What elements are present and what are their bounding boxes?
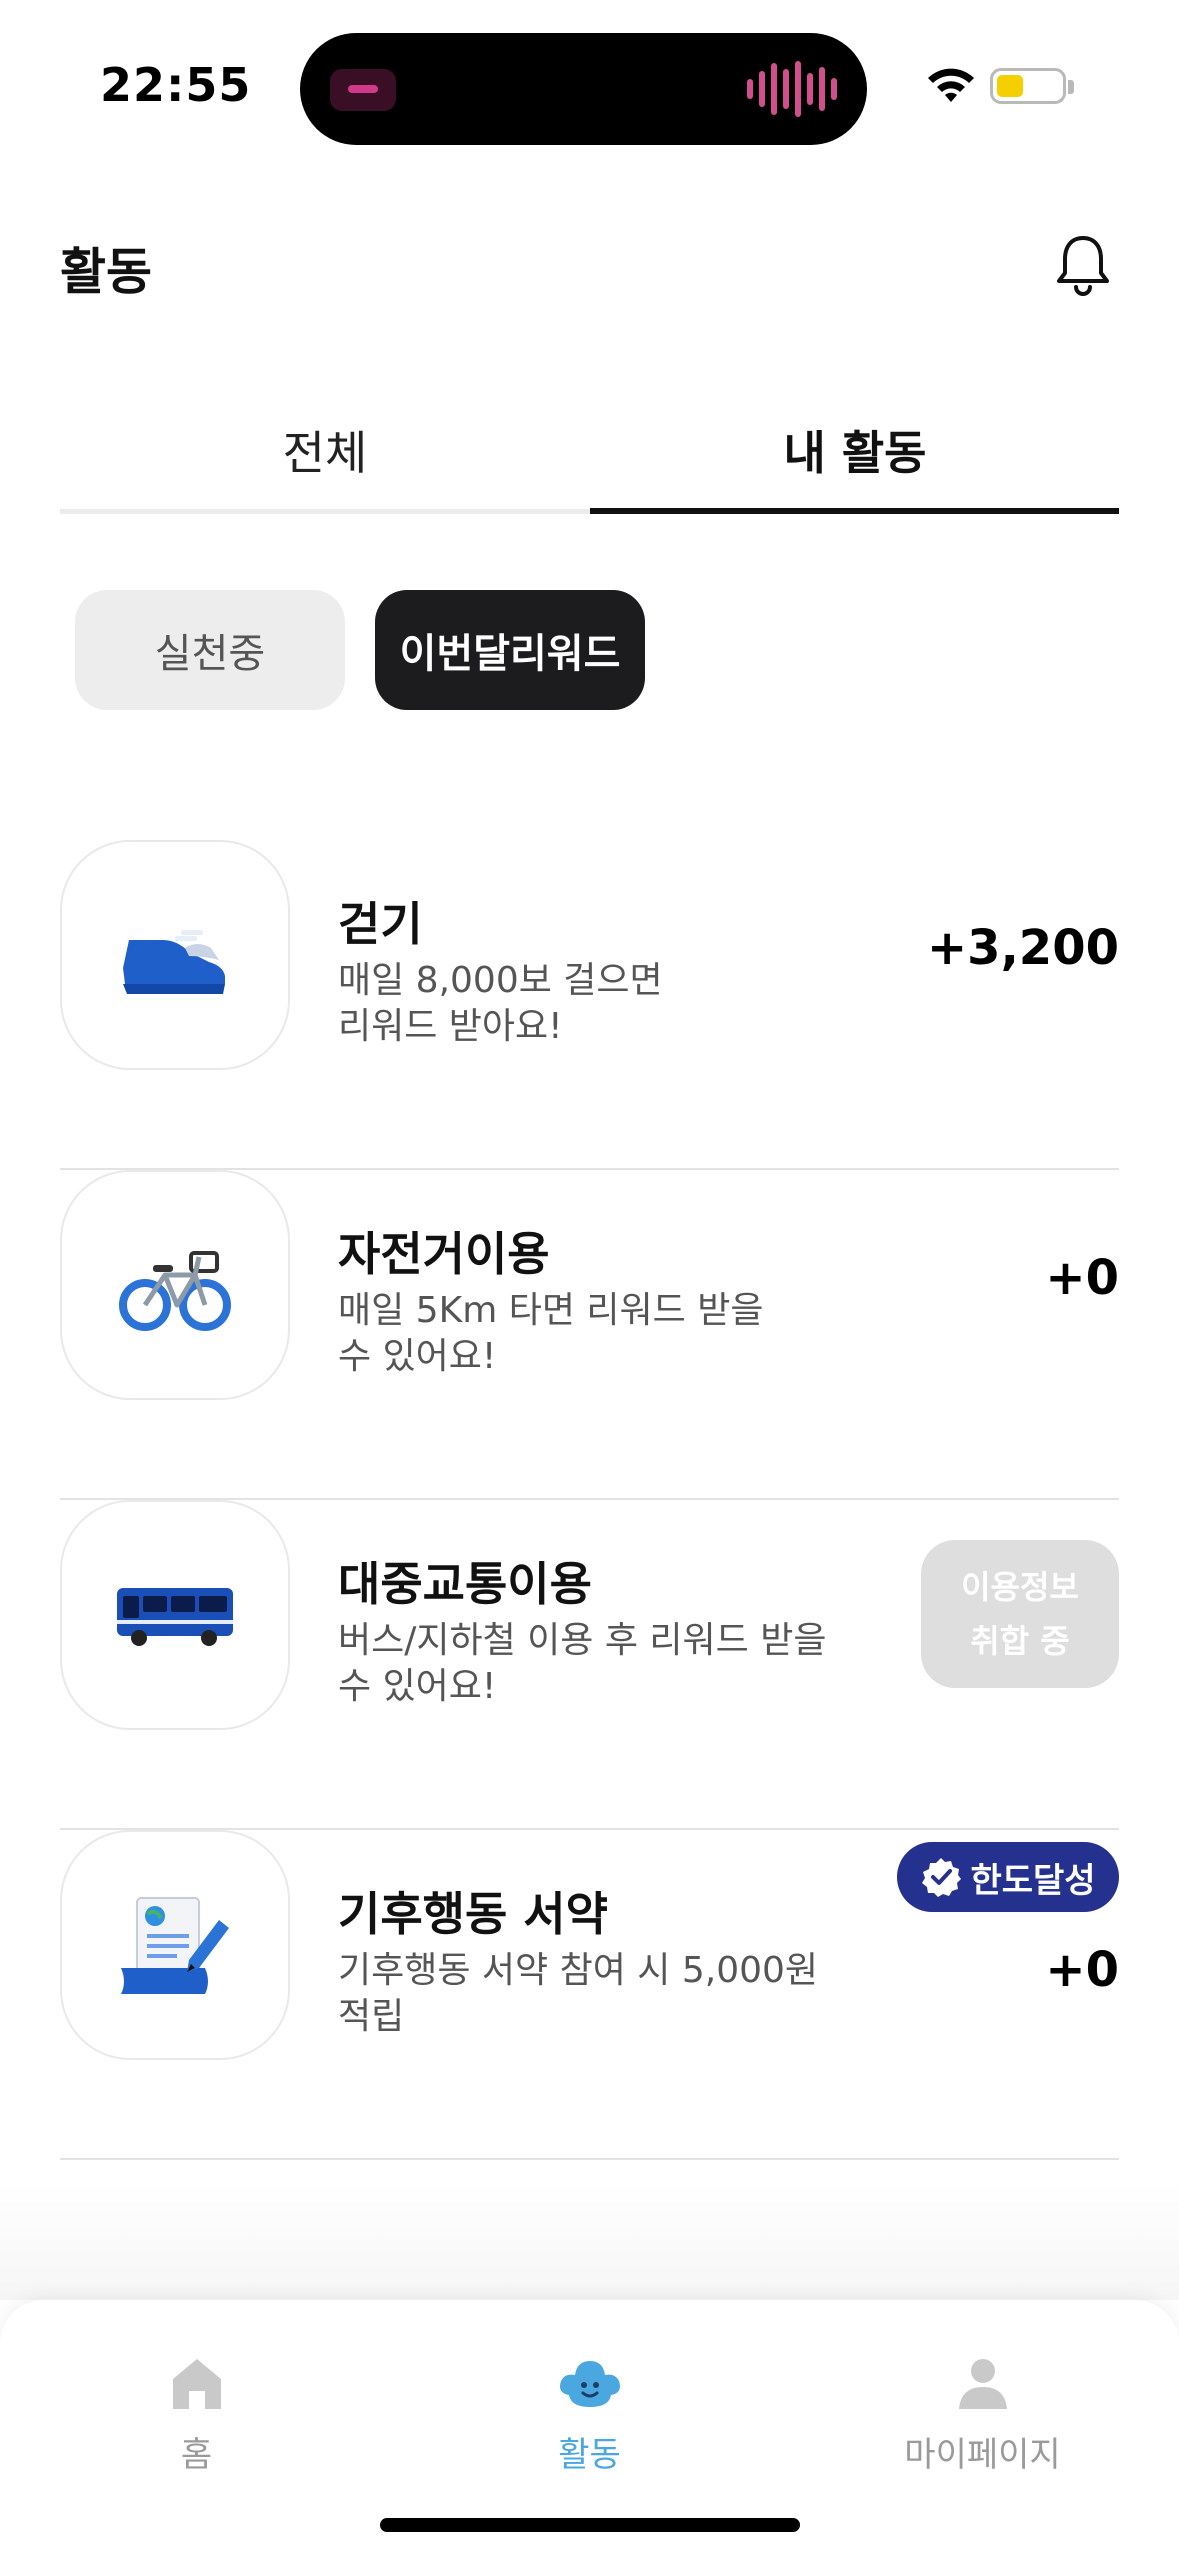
home-icon	[172, 2359, 221, 2409]
nav-label: 마이페이지	[904, 2435, 1061, 2475]
activity-points: +0	[1045, 1250, 1119, 1306]
bus-icon	[117, 1588, 233, 1646]
cloud-mascot-icon	[559, 2361, 620, 2407]
nav-activity[interactable]: 활동	[393, 2300, 786, 2480]
tab-all[interactable]: 전체	[60, 390, 590, 510]
activity-title: 걷기	[338, 897, 423, 951]
activity-icon-box	[60, 1830, 290, 2060]
chip-in-progress[interactable]: 실천중	[75, 590, 345, 710]
wifi-icon	[928, 68, 974, 102]
scroll-fade	[0, 2180, 1179, 2300]
battery-icon	[990, 68, 1066, 104]
tab-my-activity[interactable]: 내 활동	[590, 390, 1120, 510]
activity-icon-box	[60, 1170, 290, 1400]
sneaker-icon	[123, 930, 225, 994]
status-collecting-badge: 이용정보 취합 중	[921, 1540, 1119, 1688]
activity-description-line: 기후행동 서약 참여 시 5,000원	[338, 1950, 819, 1991]
activity-description: 매일 5Km 타면 리워드 받을 수 있어요!	[338, 1288, 858, 1380]
status-line: 이용정보	[961, 1568, 1079, 1606]
activity-description-line: 수 있어요!	[338, 1666, 497, 1707]
battery-tip	[1068, 80, 1074, 94]
chip-monthly-reward[interactable]: 이번달리워드	[375, 590, 645, 710]
nav-label: 활동	[558, 2435, 621, 2475]
activity-icon-box	[60, 840, 290, 1070]
page-title: 활동	[60, 243, 152, 301]
activity-title: 자전거이용	[338, 1227, 550, 1281]
selected-tab-indicator	[590, 508, 1119, 514]
activity-description-line: 리워드 받아요!	[338, 1006, 563, 1047]
pledge-document-icon	[121, 1897, 229, 1994]
verified-check-icon	[922, 1858, 962, 1897]
activity-title: 기후행동 서약	[338, 1887, 608, 1941]
activity-description-line: 적립	[338, 1996, 405, 2037]
activity-icon-box	[60, 1500, 290, 1730]
bicycle-icon	[119, 1251, 231, 1331]
activity-description: 기후행동 서약 참여 시 5,000원 적립	[338, 1948, 858, 2040]
dynamic-island	[300, 33, 867, 145]
activity-row-public-transport[interactable]: 대중교통이용 버스/지하철 이용 후 리워드 받을 수 있어요! 이용정보 취합…	[60, 1500, 1119, 1830]
activity-description-line: 매일 5Km 타면 리워드 받을	[338, 1290, 764, 1331]
activity-description: 매일 8,000보 걸으면 리워드 받아요!	[338, 958, 858, 1050]
activity-description: 버스/지하철 이용 후 리워드 받을 수 있어요!	[338, 1618, 858, 1710]
nav-label: 홈	[180, 2435, 213, 2475]
status-bar: 22:55	[0, 0, 1179, 180]
activity-points: +0	[1045, 1942, 1119, 1998]
person-icon	[958, 2359, 1007, 2409]
audio-wave-icon	[747, 61, 837, 117]
activity-row-bicycle[interactable]: 자전거이용 매일 5Km 타면 리워드 받을 수 있어요! +0	[60, 1170, 1119, 1500]
activity-tabs: 전체 내 활동	[60, 390, 1119, 514]
limit-reached-badge: 한도달성	[897, 1842, 1119, 1912]
activity-description-line: 매일 8,000보 걸으면	[338, 960, 663, 1001]
nav-mypage[interactable]: 마이페이지	[786, 2300, 1179, 2480]
activity-description-line: 수 있어요!	[338, 1336, 497, 1377]
bell-icon[interactable]	[1050, 232, 1116, 298]
activity-description-line: 버스/지하철 이용 후 리워드 받을	[338, 1620, 827, 1661]
status-line: 취합 중	[970, 1622, 1070, 1660]
activity-row-climate-pledge[interactable]: 기후행동 서약 기후행동 서약 참여 시 5,000원 적립 한도달성 +0	[60, 1830, 1119, 2160]
home-indicator[interactable]	[380, 2518, 800, 2532]
island-live-activity-icon	[330, 69, 396, 111]
activity-title: 대중교통이용	[338, 1557, 592, 1611]
limit-badge-label: 한도달성	[970, 1860, 1096, 1901]
activity-row-walking[interactable]: 걷기 매일 8,000보 걸으면 리워드 받아요! +3,200	[60, 840, 1119, 1170]
activity-points: +3,200	[926, 920, 1119, 976]
status-time: 22:55	[100, 58, 252, 112]
nav-home[interactable]: 홈	[0, 2300, 393, 2480]
